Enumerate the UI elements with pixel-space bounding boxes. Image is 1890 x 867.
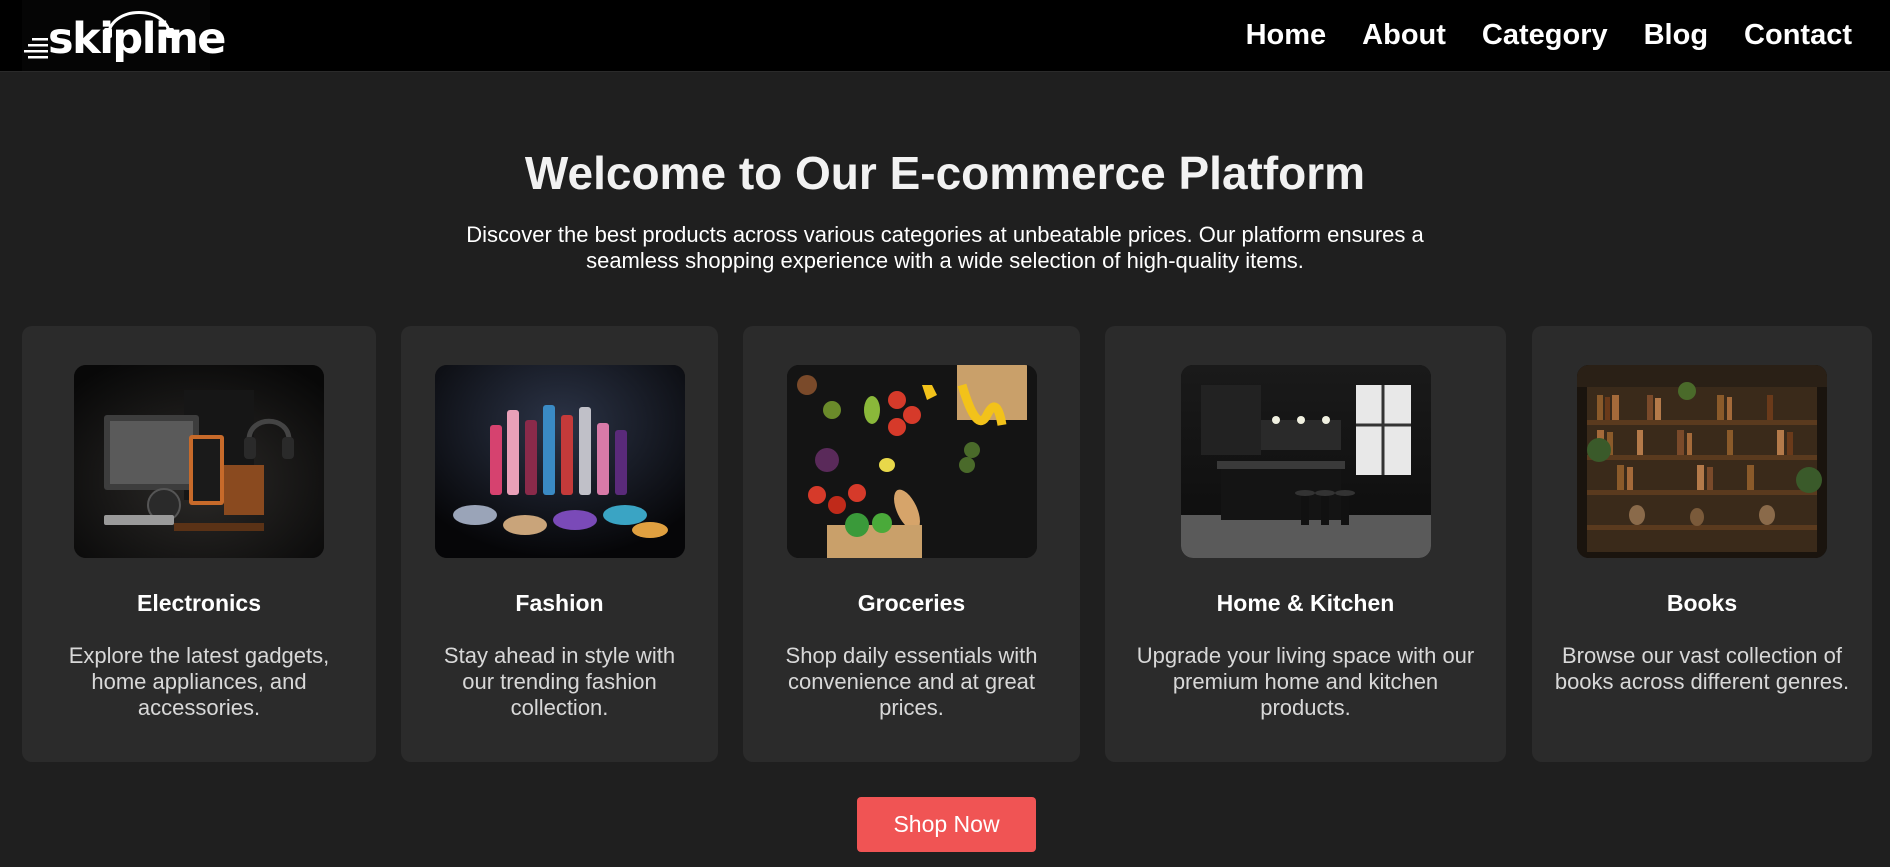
fashion-image — [435, 365, 685, 558]
logo-text: skipline — [48, 14, 226, 64]
category-description: Explore the latest gadgets, home applian… — [68, 643, 330, 720]
category-description: Shop daily essentials with convenience a… — [785, 643, 1038, 720]
category-title: Electronics — [137, 590, 261, 616]
category-title: Home & Kitchen — [1216, 590, 1395, 616]
category-card-electronics[interactable]: Electronics Explore the latest gadgets, … — [22, 326, 376, 762]
nav-home-link[interactable]: Home — [1246, 19, 1327, 52]
category-description: Browse our vast collection of books acro… — [1554, 643, 1850, 694]
category-title: Books — [1666, 590, 1738, 616]
hero-description: Discover the best products across variou… — [466, 222, 1424, 273]
main-nav: Home About Category Blog Contact — [1210, 0, 1852, 71]
category-card-fashion[interactable]: Fashion Stay ahead in style with our tre… — [401, 326, 718, 762]
nav-category-link[interactable]: Category — [1482, 19, 1608, 52]
category-card-books[interactable]: Books Browse our vast collection of book… — [1532, 326, 1872, 762]
books-image — [1577, 365, 1827, 558]
shop-now-button[interactable]: Shop Now — [857, 797, 1036, 852]
electronics-image — [74, 365, 324, 558]
speed-lines-icon — [24, 38, 48, 59]
category-card-groceries[interactable]: Groceries Shop daily essentials with con… — [743, 326, 1080, 762]
category-description: Stay ahead in style with our trending fa… — [443, 643, 676, 720]
nav-contact-link[interactable]: Contact — [1744, 19, 1852, 52]
category-description: Upgrade your living space with our premi… — [1136, 643, 1475, 720]
category-title: Fashion — [515, 590, 604, 616]
groceries-image — [787, 365, 1037, 558]
skipline-logo[interactable]: skipline — [22, 0, 226, 71]
home-kitchen-image — [1181, 365, 1431, 558]
top-navbar: skipline Home About Category Blog Contac… — [0, 0, 1890, 72]
category-card-home-kitchen[interactable]: Home & Kitchen Upgrade your living space… — [1105, 326, 1506, 762]
category-title: Groceries — [857, 590, 966, 616]
nav-about-link[interactable]: About — [1362, 19, 1446, 52]
nav-blog-link[interactable]: Blog — [1644, 19, 1708, 52]
hero-title: Welcome to Our E-commerce Platform — [524, 147, 1366, 199]
